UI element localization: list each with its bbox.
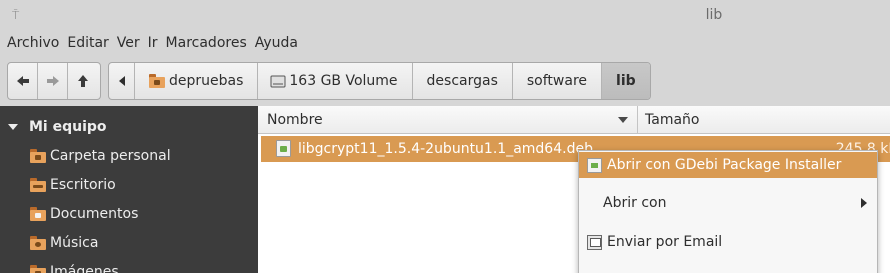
arrow-left-icon xyxy=(16,76,29,86)
sidebar-item-escritorio[interactable]: Escritorio xyxy=(30,174,116,196)
deb-package-icon xyxy=(276,140,291,157)
breadcrumb-label: lib xyxy=(616,73,636,89)
menu-item-label: Enviar por Email xyxy=(607,234,723,250)
sidebar-item-musica[interactable]: Música xyxy=(30,232,98,254)
column-header-name[interactable]: Nombre xyxy=(258,106,638,134)
chevron-down-icon xyxy=(8,124,18,130)
menu-marcadores[interactable]: Marcadores xyxy=(159,32,247,54)
menu-item-label: Abrir con GDebi Package Installer xyxy=(607,157,842,173)
sidebar-section-mi-equipo[interactable]: Mi equipo xyxy=(0,116,107,138)
menu-item-open-with[interactable]: Abrir con xyxy=(579,190,877,216)
toolbar: depruebas 163 GB Volume descargas softwa… xyxy=(0,56,890,104)
sidebar-item-label: Música xyxy=(50,235,99,251)
column-headers: Nombre Tamaño xyxy=(258,106,890,134)
forward-button[interactable] xyxy=(38,63,68,99)
navigation-buttons xyxy=(7,62,101,100)
column-header-size[interactable]: Tamaño xyxy=(639,106,890,134)
email-icon xyxy=(587,234,602,250)
arrow-up-icon xyxy=(78,75,88,87)
menu-ver[interactable]: Ver xyxy=(110,32,140,54)
sidebar-item-label: Escritorio xyxy=(50,177,116,193)
home-folder-icon xyxy=(30,149,46,163)
sidebar-item-imagenes[interactable]: Imágenes xyxy=(30,261,119,273)
breadcrumb-lib[interactable]: lib xyxy=(602,63,650,99)
context-menu: Abrir con GDebi Package Installer Abrir … xyxy=(578,150,878,273)
sidebar-item-carpeta-personal[interactable]: Carpeta personal xyxy=(30,145,171,167)
sidebar-item-documentos[interactable]: Documentos xyxy=(30,203,138,225)
breadcrumb-back-button[interactable] xyxy=(109,63,135,99)
arrow-right-icon xyxy=(46,76,59,86)
sort-descending-icon xyxy=(618,117,628,123)
title-bar: ⍑ lib xyxy=(0,0,890,32)
menu-archivo[interactable]: Archivo xyxy=(0,32,59,54)
menu-item-send-by-email[interactable]: Enviar por Email xyxy=(579,229,877,255)
drive-icon xyxy=(270,75,286,88)
window-title: lib xyxy=(705,7,723,23)
breadcrumb-descargas[interactable]: descargas xyxy=(413,63,513,99)
breadcrumb-label: software xyxy=(526,73,588,89)
breadcrumb-software[interactable]: software xyxy=(513,63,603,99)
back-button[interactable] xyxy=(8,63,38,99)
breadcrumb: depruebas 163 GB Volume descargas softwa… xyxy=(108,62,651,100)
breadcrumb-depruebas[interactable]: depruebas xyxy=(135,63,259,99)
deb-package-icon xyxy=(587,157,602,173)
sidebar-item-label: Documentos xyxy=(50,206,139,222)
breadcrumb-label: descargas xyxy=(426,73,498,89)
menu-ayuda[interactable]: Ayuda xyxy=(248,32,298,54)
breadcrumb-label: depruebas xyxy=(169,73,244,89)
documents-folder-icon xyxy=(30,207,46,221)
menu-editar[interactable]: Editar xyxy=(60,32,108,54)
breadcrumb-label: 163 GB Volume xyxy=(289,73,398,89)
music-folder-icon xyxy=(30,236,46,250)
menu-bar: Archivo Editar Ver Ir Marcadores Ayuda xyxy=(0,32,299,54)
pictures-folder-icon xyxy=(30,265,46,273)
home-folder-icon xyxy=(149,74,165,88)
breadcrumb-volume[interactable]: 163 GB Volume xyxy=(258,63,413,99)
chevron-left-icon xyxy=(118,76,125,86)
sidebar-item-label: Carpeta personal xyxy=(50,148,171,164)
menu-item-label: Abrir con xyxy=(603,195,667,211)
up-button[interactable] xyxy=(68,63,98,99)
sidebar-header-label: Mi equipo xyxy=(29,119,107,135)
column-header-label: Nombre xyxy=(267,112,323,128)
sidebar-item-label: Imágenes xyxy=(50,264,119,273)
file-name: libgcrypt11_1.5.4-2ubuntu1.1_amd64.deb xyxy=(298,141,593,157)
sidebar: Mi equipo Carpeta personal Escritorio Do… xyxy=(0,106,258,273)
menu-item-open-with-gdebi[interactable]: Abrir con GDebi Package Installer xyxy=(579,152,877,178)
submenu-arrow-icon xyxy=(861,198,867,208)
column-header-label: Tamaño xyxy=(645,112,700,128)
menu-ir[interactable]: Ir xyxy=(141,32,158,54)
desktop-folder-icon xyxy=(30,178,46,192)
